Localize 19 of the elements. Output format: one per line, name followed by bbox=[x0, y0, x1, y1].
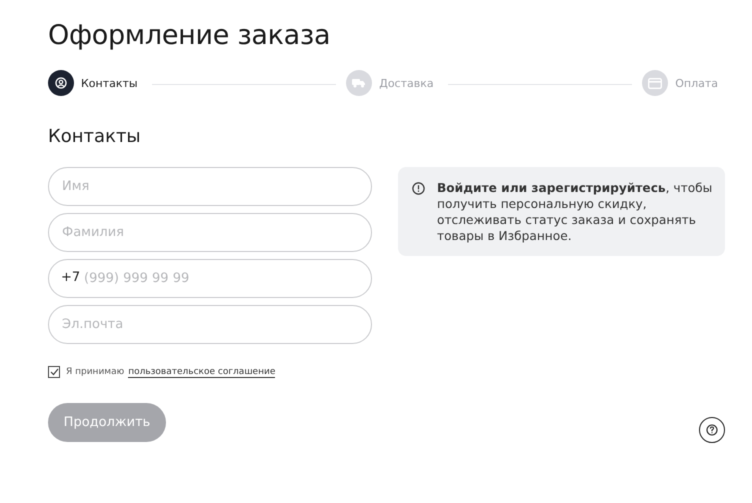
section-title: Контакты bbox=[48, 126, 142, 148]
input-field[interactable]: Фамилия bbox=[48, 213, 372, 252]
page-title: Оформление заказа bbox=[48, 19, 332, 53]
step-tab[interactable]: Доставка bbox=[346, 70, 434, 96]
input-field[interactable]: Эл.почта bbox=[48, 305, 372, 344]
login-hint-text: Войдите или зарегистрируйтесь, чтобы получить персональную скидку, отслеживать статус заказа и сохранять товары в Избранное. bbox=[437, 180, 713, 244]
input-field[interactable]: Имя bbox=[48, 167, 372, 206]
agreement-text: Я принимаю bbox=[66, 367, 124, 377]
truck-icon bbox=[352, 78, 366, 88]
checkbox[interactable] bbox=[48, 366, 60, 378]
agreement-link[interactable]: пользовательское соглашение bbox=[128, 366, 276, 378]
user-icon bbox=[55, 77, 67, 89]
step-tab[interactable]: Оплата bbox=[642, 70, 718, 96]
info-icon bbox=[412, 182, 425, 195]
help-button[interactable] bbox=[699, 417, 725, 443]
card-icon bbox=[648, 78, 662, 88]
step-tab[interactable]: Контакты bbox=[48, 70, 138, 96]
phone-prefix: +7 bbox=[61, 270, 80, 286]
help-icon bbox=[706, 424, 718, 436]
